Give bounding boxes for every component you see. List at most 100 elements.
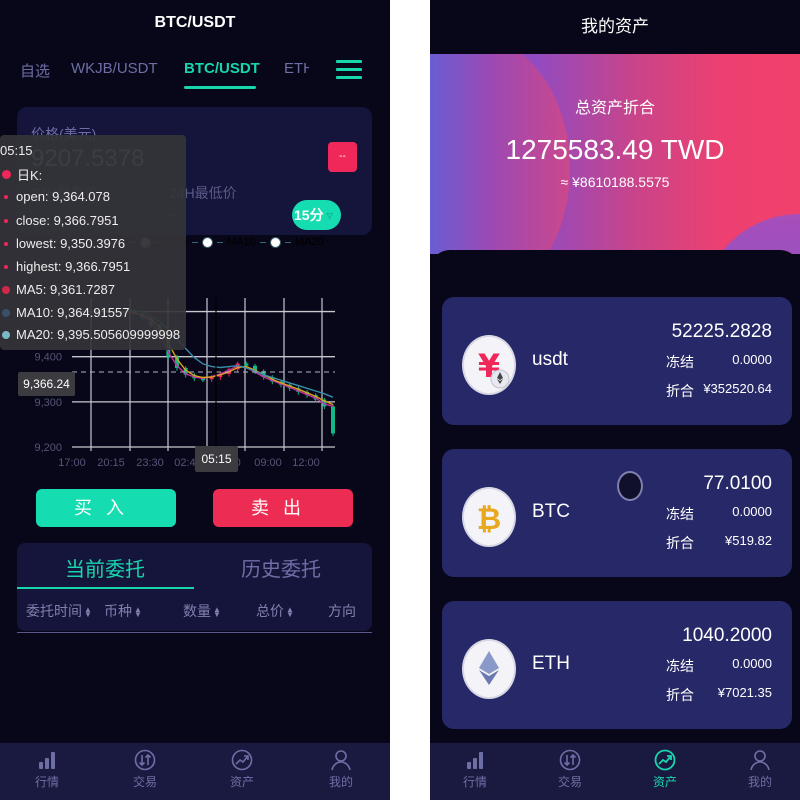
frozen-label: 冻结 [666,354,694,370]
legend-ma10[interactable]: MA10 [192,236,256,248]
coin-name: ETH [532,653,570,674]
tab-market[interactable]: 行情 [445,749,505,790]
value-label: 折合 [666,383,694,399]
tooltip-open: open: 9,364.078 [2,189,110,204]
tooltip-ma5-value: MA5: 9,361.7287 [16,282,116,297]
divider [17,632,372,633]
trend-up-icon [654,749,676,771]
tab-assets[interactable]: 资产 [635,749,695,790]
tab-profile-label: 我的 [747,775,772,789]
asset-amount: 77.0100 [703,473,772,494]
loading-spinner-icon [617,471,643,501]
total-assets-value: 1275583.49 TWD [505,134,725,165]
sort-icon: ▲ ▼ [84,605,92,620]
x-tick-label: 20:15 [97,457,125,469]
page-title: BTC/USDT [154,14,236,31]
svg-text:₿: ₿ [477,502,501,537]
tab-trade[interactable]: 交易 [540,749,600,790]
chevron-down-icon: ▽ [326,211,333,221]
bar-chart-icon [467,752,483,769]
user-icon [331,750,351,771]
sort-icon: ▲ ▼ [134,605,142,620]
sort-icon: ▲ ▼ [286,605,294,620]
tooltip-ma5: MA5: 9,361.7287 [2,282,115,297]
orders-panel: 当前委托 历史委托 委托时间 ▲ ▼ 币种 ▲ ▼ 数量 ▲ ▼ 总价 ▲ ▼ 方向 [17,543,372,631]
legend-ma20-label: MA20 [295,236,324,248]
tooltip-close: close: 9,366.7951 [2,213,119,228]
tooltip-close-value: close: 9,366.7951 [16,213,119,228]
column-total[interactable]: 总价 ▲ ▼ [256,601,294,621]
value-amount: ¥519.82 [725,533,772,548]
orders-tab-indicator [17,587,194,589]
pair-tab-favorites[interactable]: 自选 [20,60,50,81]
column-order-time[interactable]: 委托时间 ▲ ▼ [26,601,92,621]
tab-profile[interactable]: 我的 [311,749,371,790]
tab-assets-label: 资产 [652,775,677,789]
frozen-value: 0.0000 [732,504,772,519]
crosshair-time-tag: 05:15 [195,446,238,472]
total-assets-label: 总资产折合 [574,100,655,117]
bottom-tab-bar: 行情 交易 资产 我的 [430,743,800,800]
column-quantity[interactable]: 数量 ▲ ▼ [183,601,221,621]
asset-amount: 1040.2000 [682,625,772,646]
hamburger-menu-icon[interactable] [336,60,362,82]
value-row: 折合 ¥7021.35 [666,685,772,705]
tab-current-orders[interactable]: 当前委托 [65,553,145,582]
trend-up-icon [231,749,253,771]
x-tick-label: 23:30 [136,457,164,469]
tab-assets[interactable]: 资产 [212,749,272,790]
buy-button[interactable]: 买入 [36,489,176,527]
frozen-label: 冻结 [666,658,694,674]
tooltip-ma20-value: MA20: 9,395.505609999998 [16,327,181,342]
legend-ma20[interactable]: MA20 [260,236,324,248]
tab-trade-label: 交易 [132,775,157,789]
tab-market-label: 行情 [34,775,59,789]
bar-chart-icon [39,752,55,769]
frozen-label: 冻结 [666,506,694,522]
tab-profile[interactable]: 我的 [730,749,790,790]
change-badge: -- [328,142,357,172]
column-direction[interactable]: 方向 [328,601,356,621]
column-currency[interactable]: 币种 ▲ ▼ [104,601,142,621]
asset-card-btc[interactable]: ₿ BTC 77.0100 冻结 0.0000 折合 ¥519.82 [442,449,792,577]
value-label: 折合 [666,687,694,703]
asset-card-eth[interactable]: ETH 1040.2000 冻结 0.0000 折合 ¥7021.35 [442,601,792,729]
total-assets-cny: ≈ ¥8610188.5575 [560,174,670,190]
page-title: 我的资产 [581,17,649,36]
bitcoin-coin-icon: ₿ [462,487,516,547]
value-amount: ¥352520.64 [703,381,772,396]
coin-name: BTC [532,501,570,522]
column-order-time-label: 委托时间 [26,603,82,619]
pair-tab-btc-usdt[interactable]: BTC/USDT [184,60,260,77]
tooltip-series-name: 日K: [17,168,43,183]
interval-label: 15分 [294,207,324,223]
sell-button[interactable]: 卖出 [213,489,353,527]
column-total-label: 总价 [256,603,284,619]
assets-list: ¥ usdt 52225.2828 冻结 0.0000 折合 ¥352520.64 … [430,250,800,750]
user-icon [750,750,770,771]
coin-name: usdt [532,349,568,370]
asset-card-usdt[interactable]: ¥ usdt 52225.2828 冻结 0.0000 折合 ¥352520.64 [442,297,792,425]
total-assets-banner: 总资产折合 1275583.49 TWD ≈ ¥8610188.5575 [430,54,800,254]
tooltip-ma10-value: MA10: 9,364.91557 [16,305,130,320]
frozen-value: 0.0000 [732,352,772,367]
value-row: 折合 ¥519.82 [666,533,772,553]
column-currency-label: 币种 [104,603,132,619]
value-amount: ¥7021.35 [717,685,772,700]
pair-tab-eth[interactable]: ETH [284,60,309,77]
y-tick-label: 9,300 [34,397,62,409]
tab-market[interactable]: 行情 [17,749,77,790]
interval-selector[interactable]: 15分 ▽ [292,200,341,230]
tooltip-ma20: MA20: 9,395.505609999998 [2,327,180,342]
active-tab-indicator [184,86,256,89]
column-quantity-label: 数量 [183,603,211,619]
assets-screen: 我的资产 总资产折合 1275583.49 TWD ≈ ¥8610188.557… [430,0,800,800]
tab-order-history[interactable]: 历史委托 [241,553,321,582]
tab-trade[interactable]: 交易 [115,749,175,790]
pair-tab-wkjb-usdt[interactable]: WKJB/USDT [71,60,158,77]
frozen-row: 冻结 0.0000 [666,352,772,372]
y-tick-label: 9,400 [34,352,62,364]
tooltip-lowest-value: lowest: 9,350.3976 [16,236,126,251]
x-tick-label: 12:00 [292,457,320,469]
pair-tabs: 自选 WKJB/USDT BTC/USDT ETH [0,56,390,92]
